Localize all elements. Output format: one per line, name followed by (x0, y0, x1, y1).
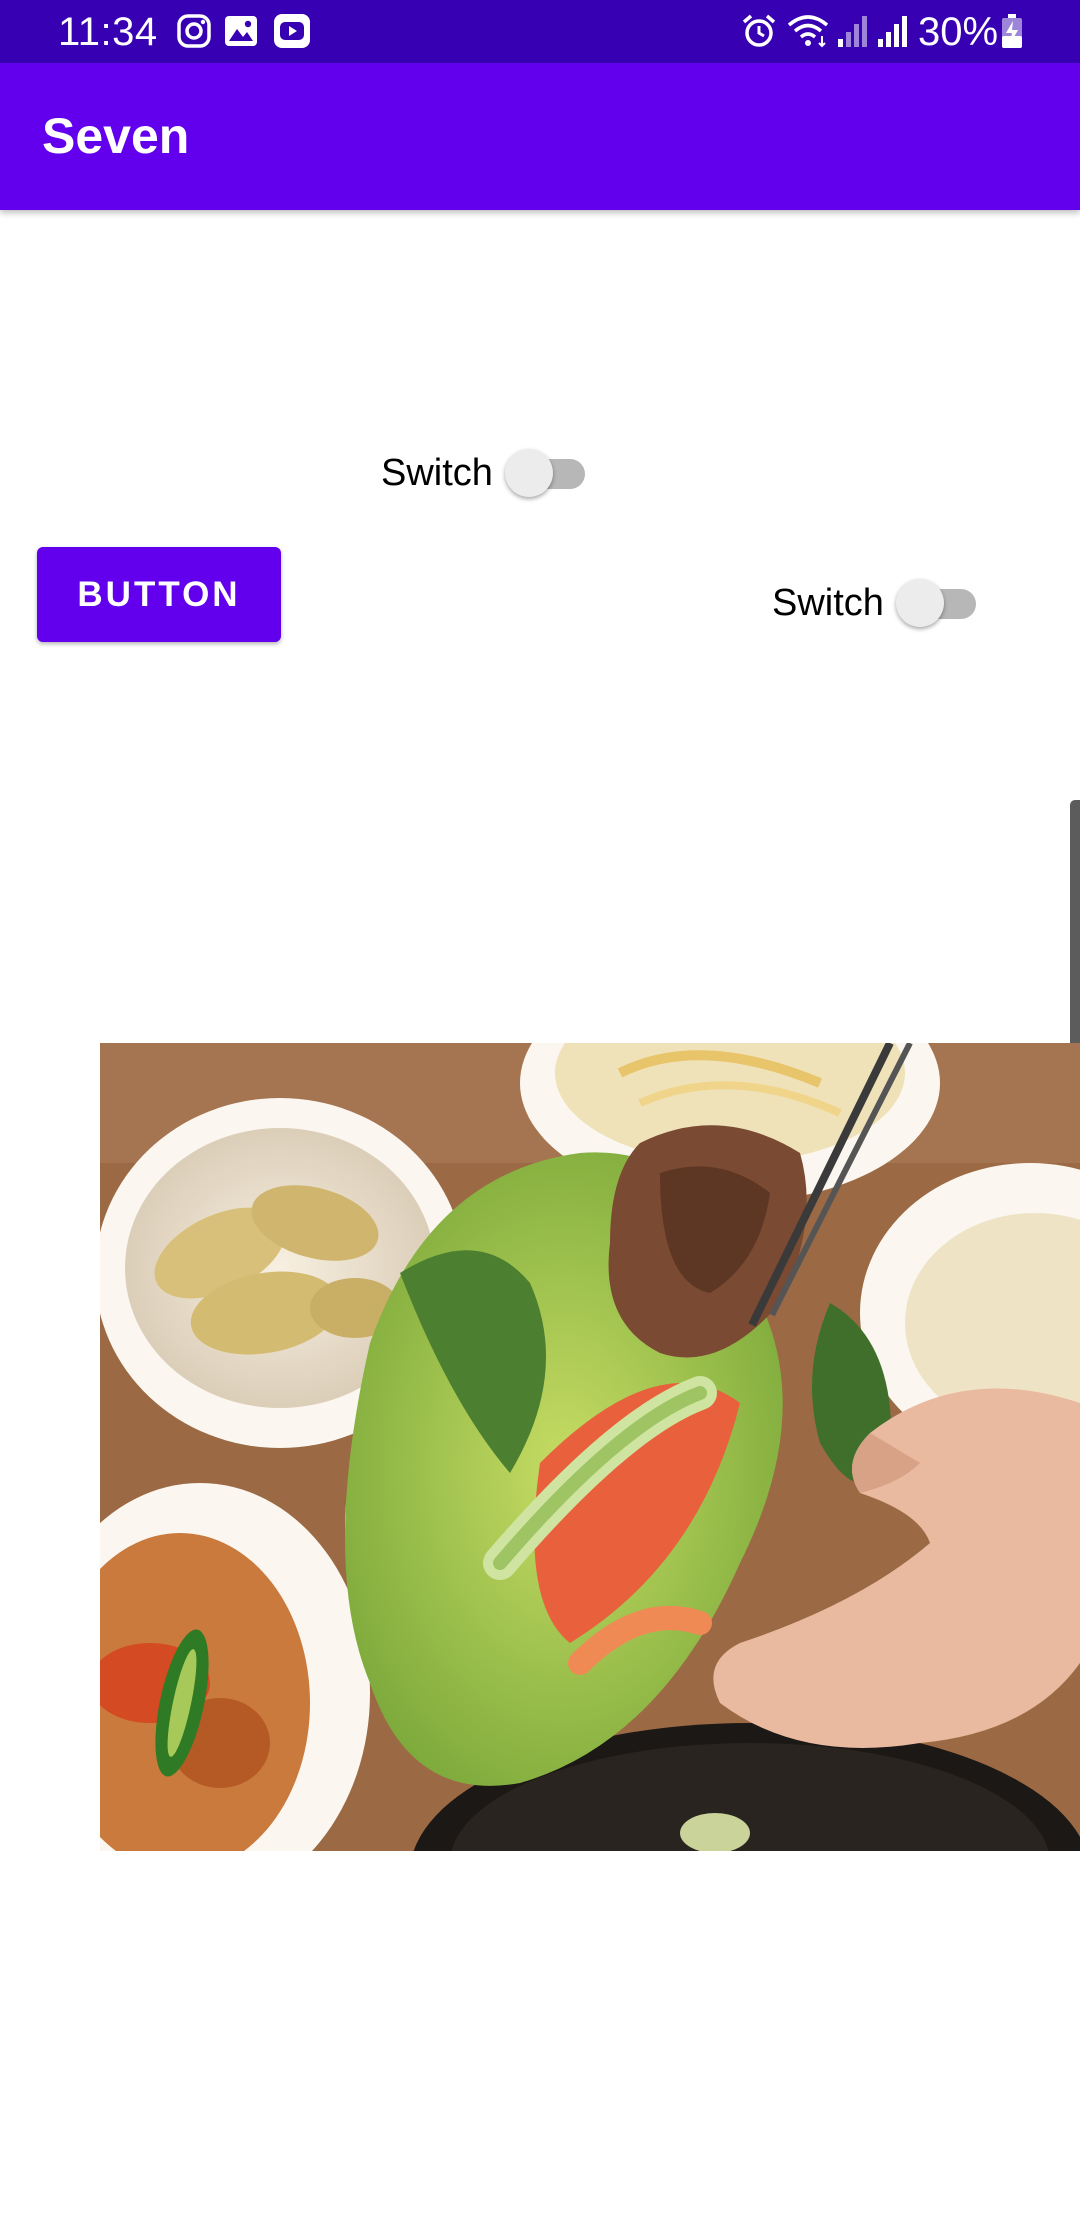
switch-1[interactable]: Switch (381, 445, 585, 501)
switch-2[interactable]: Switch (772, 575, 976, 631)
signal-icon (874, 12, 912, 50)
battery-percentage: 30% (918, 10, 999, 54)
alarm-icon (740, 12, 778, 50)
status-time: 11:34 (58, 10, 158, 54)
app-title: Seven (42, 108, 190, 164)
status-bar: 11:34 30% (0, 0, 1080, 63)
switch-label: Switch (381, 452, 493, 494)
instagram-icon (175, 12, 213, 50)
app-bar: Seven (0, 63, 1080, 210)
wifi-icon (786, 12, 830, 50)
toggle-switch[interactable] (504, 445, 585, 501)
switch-thumb[interactable] (504, 449, 553, 497)
food-photo (100, 1043, 1080, 1851)
battery-charging-icon (1000, 12, 1024, 50)
gallery-icon (222, 12, 260, 50)
youtube-icon (272, 12, 312, 50)
switch-label: Switch (772, 582, 884, 624)
signal-icon (834, 12, 872, 50)
toggle-switch[interactable] (895, 575, 976, 631)
switch-thumb[interactable] (895, 579, 944, 627)
button[interactable]: BUTTON (37, 547, 281, 642)
